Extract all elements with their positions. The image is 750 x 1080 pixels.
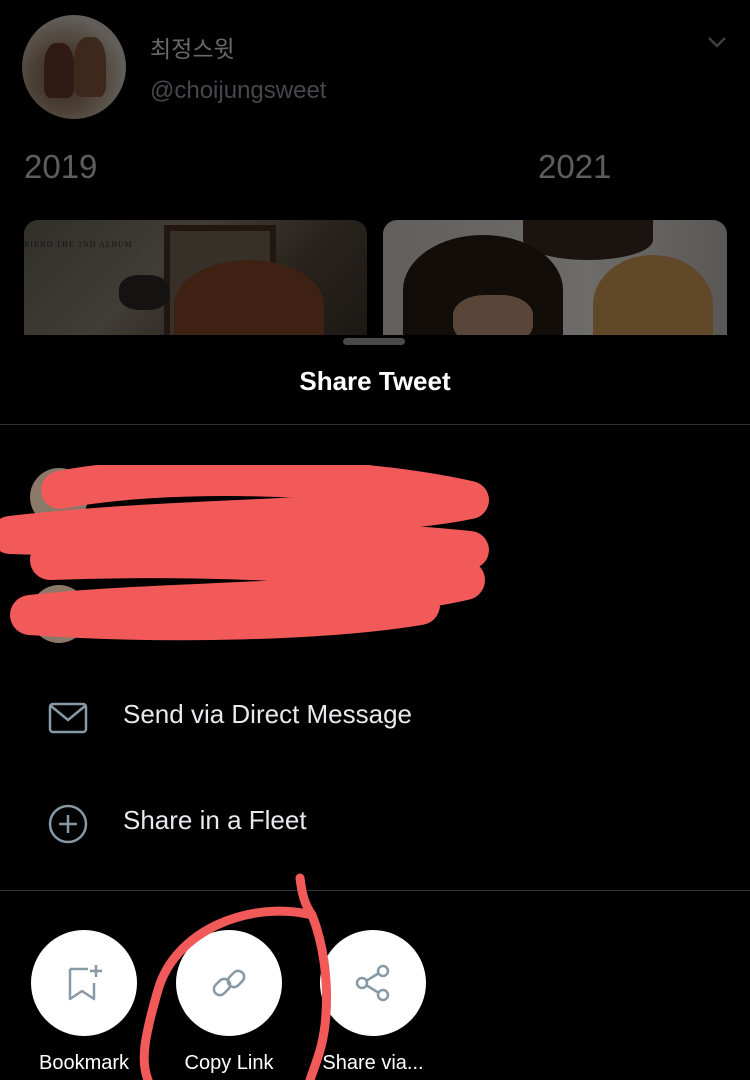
option-label: Share in a Fleet (123, 805, 307, 835)
tweet-image-2021 (383, 220, 727, 335)
share-via-label: Share via... (322, 1052, 424, 1074)
redaction-scribble (0, 465, 489, 641)
copy-link-circle[interactable] (176, 930, 282, 1036)
envelope-icon (48, 702, 88, 734)
bookmark-button[interactable]: Bookmark (29, 930, 139, 1075)
profile-avatar (22, 15, 126, 119)
send-direct-message-option[interactable]: Send via Direct Message (0, 682, 750, 752)
share-via-circle[interactable] (320, 930, 426, 1036)
tweet-preview: 최정스윗 @choijungsweet 2019 2021 RIEND THE … (0, 0, 750, 335)
bookmark-label: Bookmark (38, 1052, 130, 1074)
tweet-image-2019: RIEND THE 2ND ALBUM (24, 220, 367, 335)
sheet-title: Share Tweet (299, 366, 451, 396)
copy-link-button[interactable]: Copy Link (174, 930, 284, 1075)
chevron-down-icon (708, 37, 726, 48)
copy-link-label: Copy Link (184, 1052, 274, 1074)
option-label: Send via Direct Message (123, 699, 413, 729)
divider (0, 890, 750, 891)
share-icon (355, 964, 390, 1002)
user-handle: @choijungsweet (150, 77, 327, 104)
display-name: 최정스윗 (150, 36, 235, 62)
year-label-right: 2021 (538, 148, 612, 185)
link-icon (212, 969, 246, 997)
bookmark-add-icon (68, 965, 102, 1001)
sheet-drag-handle[interactable] (343, 338, 405, 345)
share-via-button[interactable]: Share via... (318, 930, 428, 1075)
plus-circle-icon (48, 804, 88, 844)
divider (0, 424, 750, 425)
image-caption-text: RIEND THE 2ND ALBUM (24, 240, 133, 249)
bookmark-circle[interactable] (31, 930, 137, 1036)
year-label-left: 2019 (24, 148, 98, 185)
share-in-fleet-option[interactable]: Share in a Fleet (0, 788, 750, 858)
